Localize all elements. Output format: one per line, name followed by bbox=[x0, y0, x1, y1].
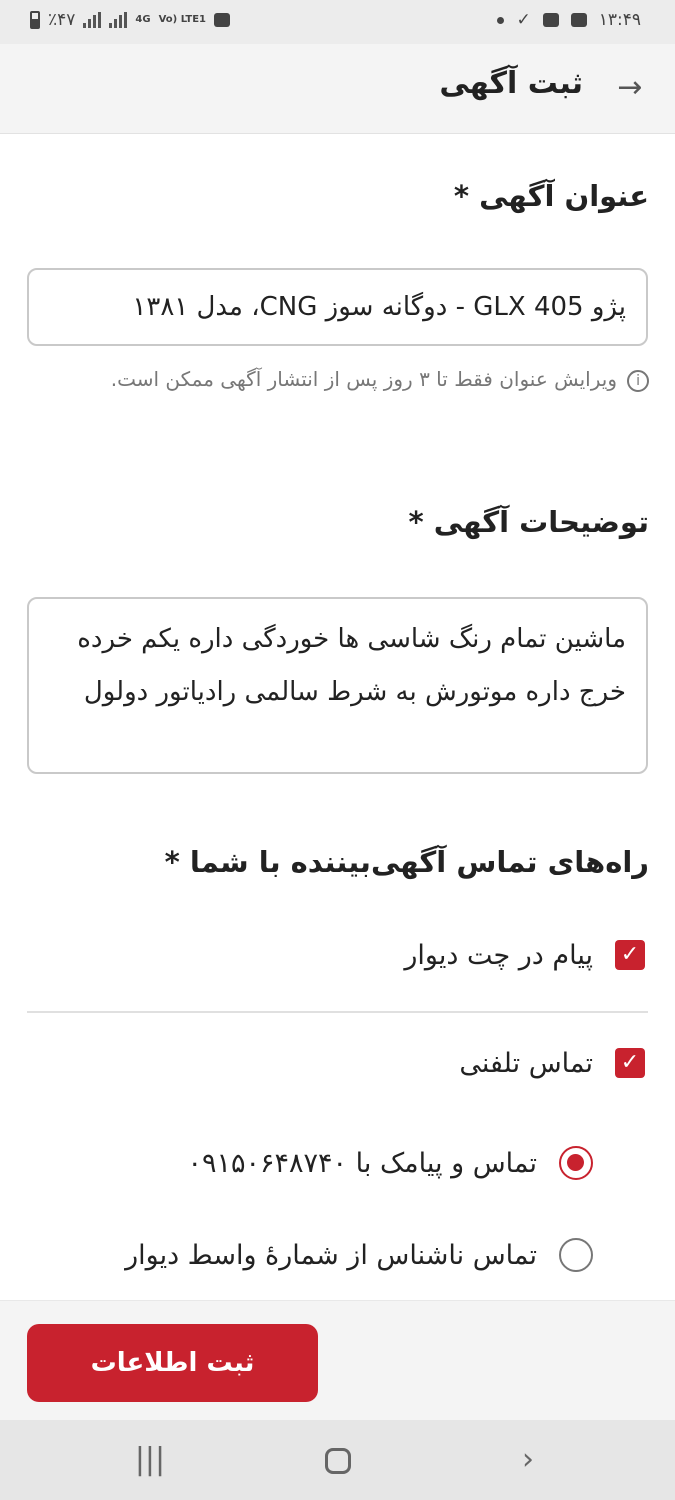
check-icon: ✓ bbox=[516, 10, 531, 30]
nav-back-icon[interactable]: › bbox=[508, 1440, 548, 1480]
divider bbox=[27, 1011, 648, 1013]
status-bar: ٪۴۷ 4G Vo) LTE1 ✓ ۱۳:۴۹ bbox=[0, 0, 675, 44]
network-type: 4G bbox=[135, 14, 151, 25]
message-icon bbox=[542, 13, 559, 27]
status-left: ٪۴۷ 4G Vo) LTE1 bbox=[30, 10, 231, 30]
contact-methods-label: راه‌های تماس آگهی‌بیننده با شما * bbox=[164, 845, 649, 879]
info-icon: i bbox=[627, 369, 649, 392]
status-right: ✓ ۱۳:۴۹ bbox=[497, 10, 641, 30]
title-input[interactable]: پژو 405 GLX - دوگانه سوز CNG، مدل ۱۳۸۱ bbox=[27, 268, 648, 346]
checkbox-checked-icon[interactable]: ✓ bbox=[615, 1048, 645, 1078]
chat-contact-label: پیام در چت دیوار bbox=[404, 939, 593, 971]
page-title: ثبت آگهی bbox=[439, 66, 583, 101]
radio-selected-icon[interactable] bbox=[559, 1146, 593, 1180]
phone-contact-label: تماس تلفنی bbox=[459, 1047, 593, 1079]
system-nav-bar: ||| › bbox=[0, 1420, 675, 1500]
radio-unselected-icon[interactable] bbox=[559, 1238, 593, 1272]
title-label: عنوان آگهی * bbox=[453, 179, 649, 213]
submit-button[interactable]: ثبت اطلاعات bbox=[27, 1324, 318, 1402]
back-arrow-icon[interactable]: → bbox=[613, 71, 647, 105]
phone-contact-option[interactable]: ✓ تماس تلفنی bbox=[27, 1028, 645, 1098]
anonymous-call-option[interactable]: تماس ناشناس از شمارهٔ واسط دیوار bbox=[27, 1220, 593, 1290]
battery-level: ٪۴۷ bbox=[48, 10, 76, 30]
home-icon[interactable] bbox=[318, 1440, 358, 1480]
signal-icon-2 bbox=[109, 12, 128, 28]
bottom-action-bar: ثبت اطلاعات bbox=[0, 1300, 675, 1420]
phone-number-option[interactable]: تماس و پیامک با ۰۹۱۵۰۶۴۸۷۴۰ bbox=[27, 1128, 593, 1198]
gallery-icon bbox=[570, 13, 587, 27]
description-label: توضیحات آگهی * bbox=[408, 505, 649, 539]
anonymous-call-label: تماس ناشناس از شمارهٔ واسط دیوار bbox=[125, 1239, 537, 1271]
battery-icon bbox=[30, 11, 40, 29]
recents-icon[interactable]: ||| bbox=[130, 1440, 170, 1480]
volte-indicator: Vo) LTE1 bbox=[158, 14, 207, 25]
phone-number-label: تماس و پیامک با ۰۹۱۵۰۶۴۸۷۴۰ bbox=[187, 1147, 537, 1179]
signal-icon bbox=[83, 12, 102, 28]
title-hint-text: ویرایش عنوان فقط تا ۳ روز پس از انتشار آ… bbox=[110, 367, 617, 391]
notification-dot-icon bbox=[497, 16, 505, 24]
app-bar: → ثبت آگهی bbox=[0, 44, 675, 134]
chat-contact-option[interactable]: ✓ پیام در چت دیوار bbox=[27, 920, 645, 990]
clock: ۱۳:۴۹ bbox=[598, 10, 641, 30]
checkbox-checked-icon[interactable]: ✓ bbox=[615, 940, 645, 970]
description-textarea[interactable]: ماشین تمام رنگ شاسی ها خوردگی داره یکم خ… bbox=[27, 597, 648, 774]
vpn-icon bbox=[214, 13, 231, 27]
title-hint: i ویرایش عنوان فقط تا ۳ روز پس از انتشار … bbox=[60, 357, 649, 401]
